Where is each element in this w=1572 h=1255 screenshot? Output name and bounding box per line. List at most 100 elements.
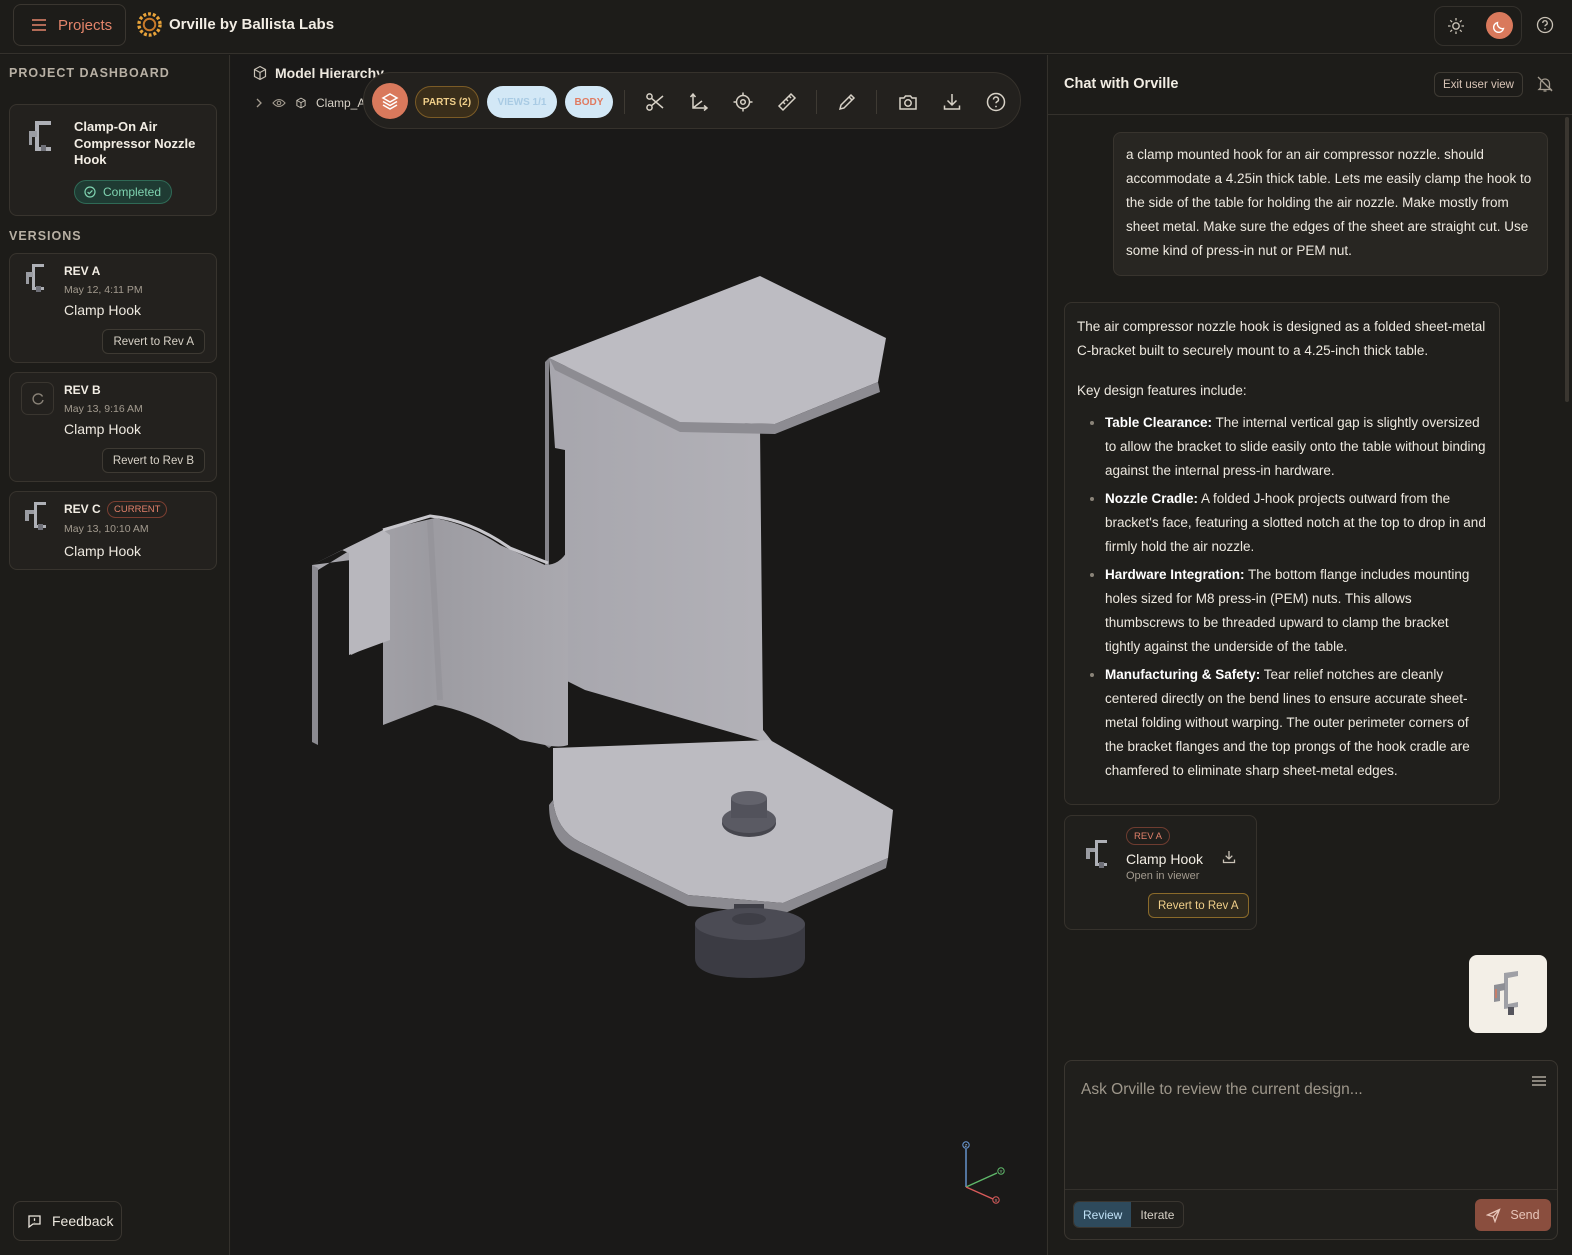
send-button[interactable]: Send (1475, 1199, 1551, 1231)
chat-input-area: Review Iterate Send (1064, 1060, 1558, 1240)
tree-item[interactable]: Clamp_A (255, 95, 365, 111)
version-part-name: Clamp Hook (64, 421, 142, 437)
list-item: Hardware Integration: The bottom flange … (1105, 563, 1487, 659)
download-icon[interactable] (941, 91, 963, 113)
send-label: Send (1510, 1208, 1540, 1222)
eye-icon[interactable] (272, 98, 286, 108)
status-text: Completed (103, 185, 162, 199)
assistant-features-title: Key design features include: (1077, 383, 1247, 398)
sun-icon[interactable] (1446, 16, 1466, 36)
dashboard-title: PROJECT DASHBOARD (9, 66, 170, 80)
help-icon[interactable] (1536, 16, 1554, 34)
moon-icon (1492, 21, 1504, 33)
open-in-viewer-link[interactable]: Open in viewer (1126, 870, 1199, 882)
exit-user-view-button[interactable]: Exit user view (1434, 72, 1523, 97)
menu-icon (32, 19, 46, 31)
app-title: Orville by Ballista Labs (169, 16, 335, 33)
assistant-intro: The air compressor nozzle hook is design… (1077, 319, 1486, 358)
send-icon (1486, 1207, 1502, 1223)
3d-viewer[interactable]: Model Hierarchy Clamp_A PARTS (2) VIEWS … (231, 55, 1046, 1255)
axis-icon[interactable] (688, 91, 710, 113)
axis-z-label: Z (965, 1143, 968, 1148)
ruler-icon[interactable] (776, 91, 798, 113)
part-thumbnail (1086, 840, 1107, 868)
layers-button[interactable] (372, 83, 408, 119)
body-button[interactable]: BODY (565, 86, 613, 118)
revision-badge: REV A (1126, 827, 1170, 845)
feature-title: Nozzle Cradle: (1105, 491, 1199, 506)
axis-gizmo: Z Y X (962, 1141, 1005, 1204)
bell-off-icon[interactable] (1536, 75, 1554, 93)
mode-review-button[interactable]: Review (1074, 1202, 1132, 1227)
projects-label: Projects (58, 16, 113, 34)
revert-button[interactable]: Revert to Rev A (1148, 893, 1249, 918)
list-item: Nozzle Cradle: A folded J-hook projects … (1105, 487, 1487, 559)
chat-title: Chat with Orville (1064, 76, 1179, 92)
scissors-icon[interactable] (644, 91, 666, 113)
mode-iterate-button[interactable]: Iterate (1131, 1202, 1183, 1227)
version-name: REV C (64, 502, 101, 516)
feature-title: Manufacturing & Safety: (1105, 667, 1261, 682)
version-name: REV A (64, 264, 101, 278)
toolbar-divider (876, 90, 877, 114)
version-name: REV B (64, 383, 101, 397)
version-date: May 12, 4:11 PM (64, 284, 143, 296)
part-thumbnail (1494, 971, 1518, 1015)
revert-button[interactable]: Revert to Rev A (102, 329, 205, 354)
cube-icon (253, 65, 267, 81)
logo-icon (137, 12, 162, 37)
mode-toggle: Review Iterate (1073, 1201, 1185, 1228)
feature-list: Table Clearance: The internal vertical g… (1077, 411, 1487, 783)
chat-scrollbar[interactable] (1565, 117, 1569, 402)
views-button[interactable]: VIEWS 1/1 (487, 86, 557, 118)
help-icon[interactable] (985, 91, 1007, 113)
layers-icon (381, 93, 399, 110)
feature-title: Hardware Integration: (1105, 567, 1245, 582)
versions-title: VERSIONS (9, 229, 82, 243)
part-thumbnail (26, 264, 44, 292)
feature-title: Table Clearance: (1105, 415, 1213, 430)
version-card-rev-a[interactable]: REV A May 12, 4:11 PM Clamp Hook Revert … (9, 253, 217, 363)
version-card-rev-b[interactable]: REV B May 13, 9:16 AM Clamp Hook Revert … (9, 372, 217, 482)
3d-model-render[interactable] (231, 55, 1046, 1255)
target-icon[interactable] (732, 91, 754, 113)
pencil-icon[interactable] (836, 91, 858, 113)
feedback-button[interactable]: Feedback (13, 1201, 122, 1241)
list-item: Manufacturing & Safety: Tear relief notc… (1105, 663, 1487, 783)
chat-header: Chat with Orville Exit user view (1048, 55, 1572, 115)
revision-title: Clamp Hook (1126, 851, 1204, 867)
revision-card[interactable]: REV A Clamp Hook Open in viewer Revert t… (1064, 815, 1257, 930)
project-sidebar: PROJECT DASHBOARD Clamp-On Air Compresso… (0, 55, 230, 1255)
version-date: May 13, 10:10 AM (64, 523, 149, 535)
feedback-icon (28, 1214, 41, 1228)
version-date: May 13, 9:16 AM (64, 403, 143, 415)
camera-icon[interactable] (897, 91, 919, 113)
spinner-icon (31, 392, 44, 405)
version-part-name: Clamp Hook (64, 302, 142, 318)
design-preview-thumbnail[interactable] (1469, 955, 1547, 1033)
version-part-name: Clamp Hook (64, 543, 142, 559)
project-card[interactable]: Clamp-On Air Compressor Nozzle Hook Comp… (9, 104, 217, 216)
part-thumbnail (25, 502, 46, 530)
version-card-rev-c[interactable]: REV C CURRENT May 13, 10:10 AM Clamp Hoo… (9, 491, 217, 570)
part-thumbnail (29, 121, 51, 151)
hierarchy-title: Model Hierarchy (275, 65, 384, 81)
chat-input[interactable] (1065, 1061, 1557, 1189)
user-message: a clamp mounted hook for an air compress… (1113, 132, 1548, 276)
download-icon[interactable] (1221, 849, 1237, 865)
avatar[interactable] (1486, 12, 1513, 39)
chevron-right-icon[interactable] (255, 98, 263, 108)
parts-button[interactable]: PARTS (2) (415, 86, 479, 118)
feedback-label: Feedback (52, 1213, 114, 1229)
current-badge: CURRENT (107, 501, 168, 518)
project-title: Clamp-On Air Compressor Nozzle Hook (74, 119, 196, 167)
menu-icon[interactable] (1531, 1074, 1547, 1088)
list-item: Table Clearance: The internal vertical g… (1105, 411, 1487, 483)
chat-panel: Chat with Orville Exit user view a clamp… (1047, 55, 1572, 1255)
projects-button[interactable]: Projects (13, 4, 126, 46)
axis-y-label: Y (999, 1169, 1002, 1174)
revert-button[interactable]: Revert to Rev B (101, 448, 205, 473)
top-bar: Projects Orville by Ballista Labs (0, 0, 1572, 54)
tree-item-label: Clamp_A (316, 96, 366, 110)
viewer-toolbar: PARTS (2) VIEWS 1/1 BODY (363, 72, 1021, 129)
